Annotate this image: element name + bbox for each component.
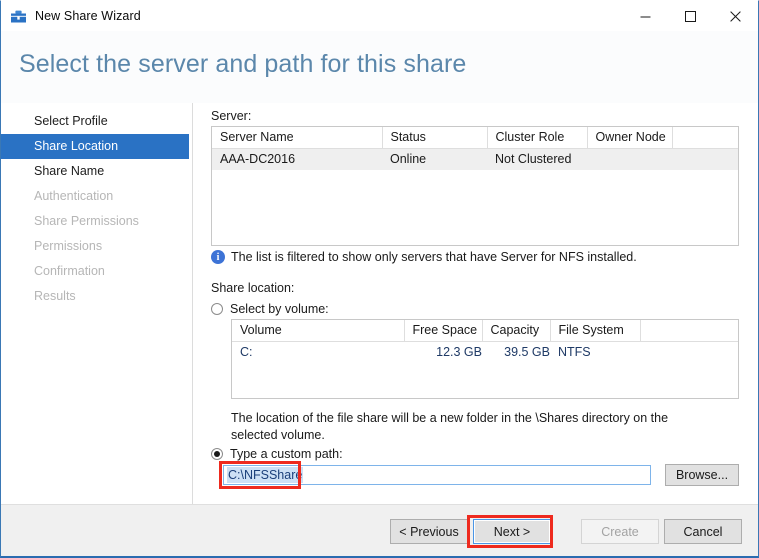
column-header-capacity[interactable]: Capacity [482,320,551,342]
wizard-content: Server: Server Name Status Cluster Role … [193,103,758,504]
sidebar-item-select-profile[interactable]: Select Profile [1,109,192,134]
sidebar-item-permissions: Permissions [34,239,103,253]
column-header-server-name[interactable]: Server Name [212,127,383,149]
server-label: Server: [211,109,252,123]
sidebar-item-authentication: Authentication [34,189,114,203]
cancel-button[interactable]: Cancel [664,519,742,544]
column-header-spacer [640,320,738,342]
previous-button[interactable]: < Previous [390,519,468,544]
cell-free-space: 12.3 GB [436,345,482,359]
sidebar-item-share-name[interactable]: Share Name [1,159,192,184]
maximize-button[interactable] [668,1,713,31]
radio-button-selected-icon [211,448,223,460]
table-row[interactable]: C: 12.3 GB 39.5 GB NTFS [232,341,738,364]
table-header-row: Server Name Status Cluster Role Owner No… [212,127,738,149]
radio-select-by-volume[interactable]: Select by volume: [211,302,329,316]
column-header-owner-node[interactable]: Owner Node [587,127,673,149]
cell-cluster-role: Not Clustered [495,152,572,166]
table-row[interactable]: AAA-DC2016 Online Not Clustered [212,148,738,171]
info-icon: i [211,250,225,264]
browse-button[interactable]: Browse... [665,464,739,486]
volume-table[interactable]: Volume Free Space Capacity File System C… [231,319,739,399]
cell-file-system: NTFS [558,345,591,359]
cell-spacer [640,342,738,364]
radio-type-custom-path-label: Type a custom path: [230,447,343,461]
create-button: Create [581,519,659,544]
column-header-free-space[interactable]: Free Space [404,320,483,342]
table-header-row: Volume Free Space Capacity File System [232,320,738,342]
sidebar-item-results: Results [34,289,76,303]
server-table[interactable]: Server Name Status Cluster Role Owner No… [211,126,739,246]
info-text: The list is filtered to show only server… [231,250,637,264]
page-title: Select the server and path for this shar… [19,50,467,78]
cell-spacer [672,149,738,171]
custom-path-input[interactable]: C:\NFSShare [223,465,651,485]
cell-status: Online [390,152,427,166]
new-share-wizard-window: New Share Wizard Select the server and p… [0,0,759,558]
column-header-volume[interactable]: Volume [232,320,405,342]
nfs-filter-info: i The list is filtered to show only serv… [211,250,637,264]
radio-type-custom-path[interactable]: Type a custom path: [211,447,343,461]
window-title: New Share Wizard [35,9,141,23]
column-header-status[interactable]: Status [382,127,488,149]
column-header-file-system[interactable]: File System [550,320,641,342]
cell-owner-node [587,149,672,171]
close-button[interactable] [713,1,758,31]
radio-button-unselected-icon [211,303,223,315]
radio-select-by-volume-label: Select by volume: [230,302,329,316]
share-location-label: Share location: [211,281,295,295]
sidebar-item-confirmation: Confirmation [34,264,105,278]
page-header: Select the server and path for this shar… [1,31,758,103]
share-wizard-icon [10,8,27,25]
column-header-cluster-role[interactable]: Cluster Role [487,127,588,149]
sidebar-item-share-permissions: Share Permissions [34,214,139,228]
sidebar-item-share-location[interactable]: Share Location [1,134,189,159]
wizard-steps-nav: Select Profile Share Location Share Name… [1,103,193,504]
share-location-hint: The location of the file share will be a… [231,411,669,442]
title-bar: New Share Wizard [1,1,758,31]
column-header-spacer [672,127,738,149]
custom-path-value: C:\NFSShare [227,467,304,483]
cell-server-name: AAA-DC2016 [220,152,296,166]
next-button[interactable]: Next > [473,519,551,544]
cell-volume: C: [240,345,253,359]
minimize-button[interactable] [623,1,668,31]
cell-capacity: 39.5 GB [504,345,550,359]
window-controls [623,1,758,31]
wizard-footer: < Previous Next > Create Cancel [1,504,758,556]
wizard-body: Select Profile Share Location Share Name… [1,103,758,504]
